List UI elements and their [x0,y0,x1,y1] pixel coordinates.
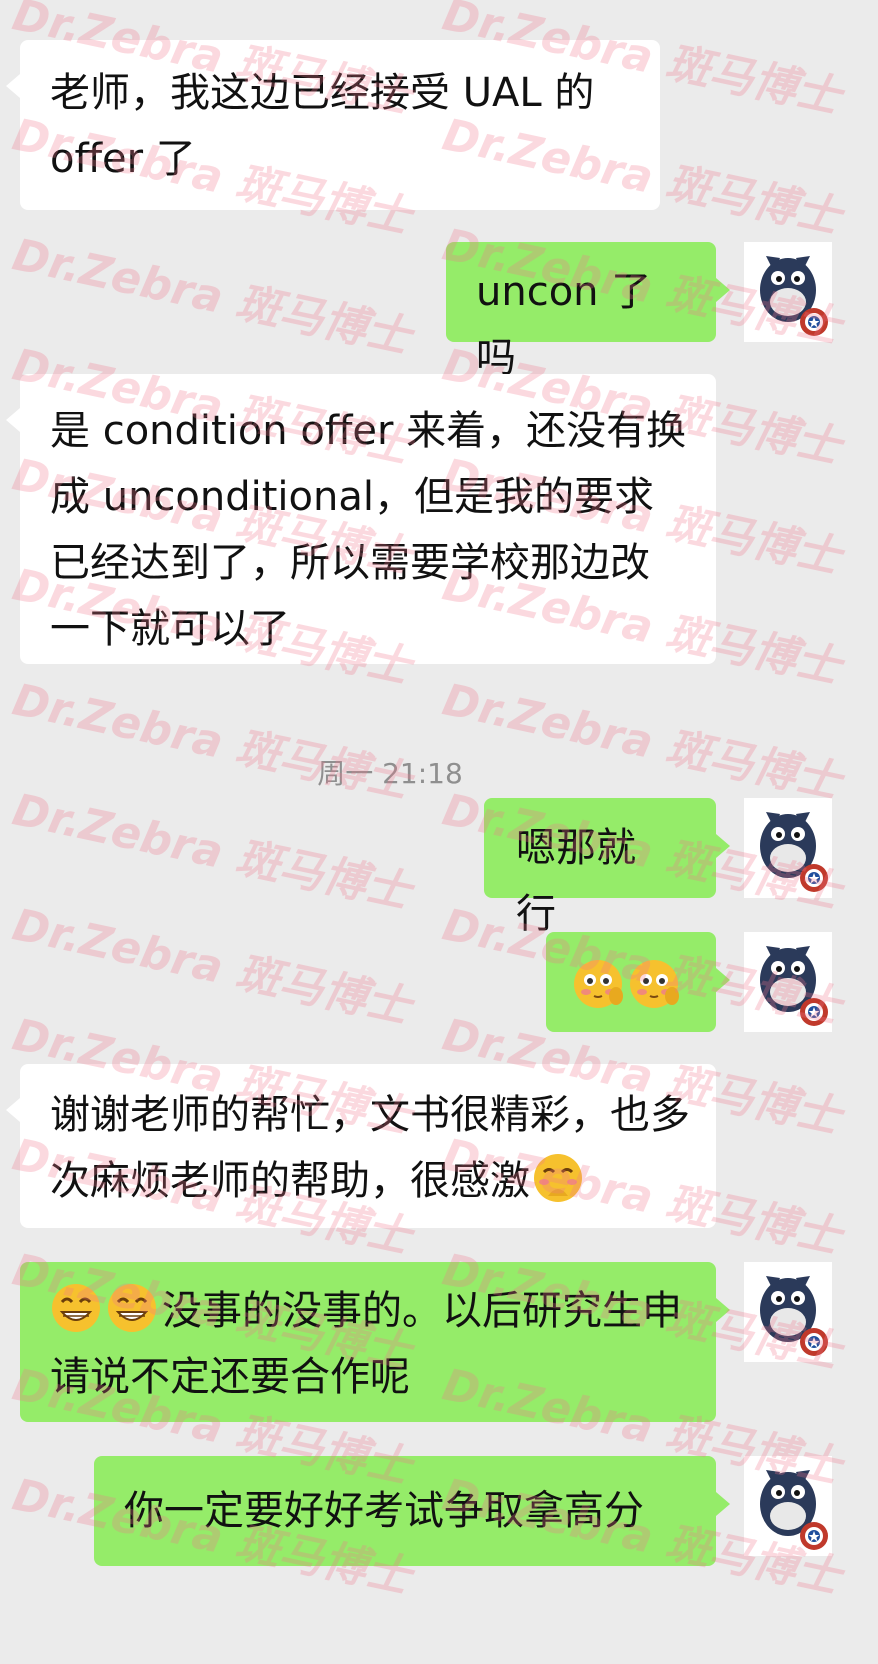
message-text: 是 condition offer 来着，还没有换成 unconditional… [50,408,687,652]
zebra-avatar-icon [744,1262,832,1362]
message-bubble-incoming[interactable]: 谢谢老师的帮忙，文书很精彩，也多次麻烦老师的帮助，很感激 [6,1064,716,1228]
avatar[interactable] [744,798,832,898]
message-text: 谢谢老师的帮忙，文书很精彩，也多次麻烦老师的帮助，很感激 [50,1092,690,1204]
timestamp: 周一 21:18 [317,757,463,790]
shy-face-icon [628,958,680,1010]
message-text: 嗯那就行 [516,825,636,937]
zebra-avatar-icon [744,932,832,1032]
zebra-avatar-icon [744,1456,832,1556]
message-text: uncon 了吗 [476,269,652,381]
avatar[interactable] [744,1456,832,1556]
avatar[interactable] [744,932,832,1032]
message-bubble-outgoing[interactable]: 你一定要好好考试争取拿高分 [94,1456,730,1566]
message-bubble-outgoing[interactable]: 没事的没事的。以后研究生申请说不定还要合作呢 [20,1262,730,1422]
message-bubble-incoming[interactable]: 老师，我这边已经接受 UAL 的 offer 了 [6,40,660,210]
message-text: 你一定要好好考试争取拿高分 [124,1488,644,1534]
hand-over-mouth-icon [532,1152,584,1204]
grin-icon [106,1282,158,1334]
zebra-avatar-icon [744,242,832,342]
avatar[interactable] [744,242,832,342]
message-bubble-outgoing[interactable]: uncon 了吗 [446,242,730,381]
message-bubble-outgoing[interactable] [546,932,730,1032]
message-text: 老师，我这边已经接受 UAL 的 offer 了 [50,70,595,182]
grin-icon [50,1282,102,1334]
chat-area: 老师，我这边已经接受 UAL 的 offer 了 uncon 了吗 是 cond… [0,0,878,1664]
message-bubble-outgoing[interactable]: 嗯那就行 [484,798,730,937]
shy-face-icon [572,958,624,1010]
avatar[interactable] [744,1262,832,1362]
message-bubble-incoming[interactable]: 是 condition offer 来着，还没有换成 unconditional… [6,374,716,664]
zebra-avatar-icon [744,798,832,898]
